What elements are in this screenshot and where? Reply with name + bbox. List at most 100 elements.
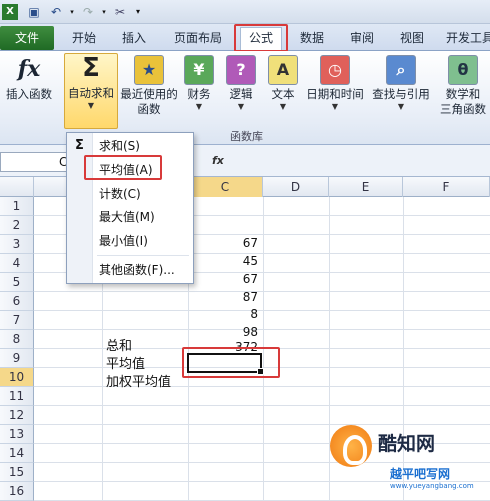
math-label-1: 数学和 xyxy=(445,87,481,101)
theta-book-icon: θ xyxy=(448,55,478,85)
menu-item-more-functions[interactable]: 其他函数(F)... xyxy=(67,259,193,281)
recent-label-1: 最近使用的 xyxy=(120,87,178,101)
insert-function-button[interactable]: fx 插入函数 xyxy=(2,55,56,125)
cell-b10-label[interactable]: 平均值 xyxy=(106,355,145,374)
excel-logo-icon: X xyxy=(2,4,18,20)
text-dropdown-icon[interactable]: ▼ xyxy=(266,102,300,112)
redo-dropdown-icon[interactable]: ▾ xyxy=(96,4,112,20)
tab-review[interactable]: 审阅 xyxy=(344,28,380,48)
row-header[interactable]: 13 xyxy=(0,425,34,444)
cell-b9-label[interactable]: 总和 xyxy=(106,337,132,356)
autosum-dropdown-menu: Σ 求和(S) 平均值(A) 计数(C) 最大值(M) 最小值(I) 其他函数(… xyxy=(66,132,194,284)
row-header[interactable]: 5 xyxy=(0,273,34,292)
tab-view[interactable]: 视图 xyxy=(394,28,430,48)
recent-functions-button[interactable]: ★ 最近使用的 函数 xyxy=(120,55,178,125)
undo-icon[interactable]: ↶ xyxy=(48,4,64,20)
row-header[interactable]: 7 xyxy=(0,311,34,330)
logical-button[interactable]: ? 逻辑 ▼ xyxy=(224,55,258,125)
column-header-e[interactable]: E xyxy=(329,177,403,197)
text-button[interactable]: A 文本 ▼ xyxy=(266,55,300,125)
row-header[interactable]: 4 xyxy=(0,254,34,273)
row-header[interactable]: 9 xyxy=(0,349,34,368)
row-header[interactable]: 10 xyxy=(0,368,34,387)
menu-divider xyxy=(97,255,189,256)
grid-line xyxy=(34,329,490,330)
cell-c4[interactable]: 45 xyxy=(198,252,258,271)
tab-insert[interactable]: 插入 xyxy=(116,28,152,48)
row-header[interactable]: 1 xyxy=(0,197,34,216)
watermark-logo-icon xyxy=(330,425,372,467)
ribbon-tabs: 文件 开始 插入 页面布局 公式 数据 审阅 视图 开发工具 xyxy=(0,24,490,51)
date-time-button[interactable]: ◷ 日期和时间 ▼ xyxy=(302,55,368,125)
insert-function-label: 插入函数 xyxy=(6,87,52,101)
column-header-f[interactable]: F xyxy=(403,177,490,197)
math-label-2: 三角函数 xyxy=(440,102,486,116)
lookup-label: 查找与引用 xyxy=(372,87,430,101)
formula-fx-icon[interactable]: fx xyxy=(212,154,224,167)
text-book-icon: A xyxy=(268,55,298,85)
save-icon[interactable]: ▣ xyxy=(26,4,42,20)
tab-data[interactable]: 数据 xyxy=(294,28,330,48)
calendar-book-icon: ◷ xyxy=(320,55,350,85)
watermark-subtitle: 越平吧写网 xyxy=(390,467,451,481)
financial-book-icon: ¥ xyxy=(184,55,214,85)
sigma-icon: Σ xyxy=(82,53,100,83)
menu-item-average[interactable]: 平均值(A) xyxy=(67,159,193,181)
lookup-dropdown-icon[interactable]: ▼ xyxy=(370,102,432,112)
menu-item-count[interactable]: 计数(C) xyxy=(67,183,193,205)
autosum-button[interactable]: Σ 自动求和 ▼ xyxy=(64,53,118,129)
tab-file[interactable]: 文件 xyxy=(0,26,54,50)
redo-icon[interactable]: ↷ xyxy=(80,4,96,20)
tab-developer[interactable]: 开发工具 xyxy=(446,28,490,48)
undo-dropdown-icon[interactable]: ▾ xyxy=(64,4,80,20)
recent-label-2: 函数 xyxy=(137,102,161,116)
logical-book-icon: ? xyxy=(226,55,256,85)
fx-icon: fx xyxy=(17,56,41,82)
column-header-c[interactable]: C xyxy=(188,177,263,197)
date-time-dropdown-icon[interactable]: ▼ xyxy=(302,102,368,112)
qat-more-icon[interactable]: ▾ xyxy=(130,4,146,20)
grid-line xyxy=(34,386,490,387)
menu-item-max[interactable]: 最大值(M) xyxy=(67,206,193,228)
row-header[interactable]: 14 xyxy=(0,444,34,463)
cell-c5[interactable]: 67 xyxy=(198,270,258,289)
financial-button[interactable]: ¥ 财务 ▼ xyxy=(182,55,216,125)
row-header[interactable]: 12 xyxy=(0,406,34,425)
autosum-dropdown-icon[interactable]: ▼ xyxy=(65,101,117,111)
financial-dropdown-icon[interactable]: ▼ xyxy=(182,102,216,112)
row-header[interactable]: 16 xyxy=(0,482,34,501)
logical-dropdown-icon[interactable]: ▼ xyxy=(224,102,258,112)
financial-label: 财务 xyxy=(187,87,211,101)
watermark-title: 酷知网 xyxy=(378,433,436,455)
row-header[interactable]: 6 xyxy=(0,292,34,311)
quick-access-toolbar: X ▣ ↶ ▾ ↷ ▾ ✂ ▾ xyxy=(0,0,490,24)
row-header[interactable]: 11 xyxy=(0,387,34,406)
text-label: 文本 xyxy=(271,87,295,101)
row-header[interactable]: 2 xyxy=(0,216,34,235)
row-header[interactable]: 8 xyxy=(0,330,34,349)
tab-formulas[interactable]: 公式 xyxy=(240,27,282,51)
grid-line xyxy=(34,310,490,311)
column-header-d[interactable]: D xyxy=(263,177,329,197)
select-all-corner[interactable] xyxy=(0,177,34,197)
customize-tool-icon[interactable]: ✂ xyxy=(112,4,128,20)
magnifier-book-icon: ⌕ xyxy=(386,55,416,85)
cell-c7[interactable]: 8 xyxy=(198,305,258,324)
function-library-group-label: 函数库 xyxy=(230,130,263,143)
cell-c3[interactable]: 67 xyxy=(198,234,258,253)
star-book-icon: ★ xyxy=(134,55,164,85)
cell-b11-label[interactable]: 加权平均值 xyxy=(106,373,171,392)
tab-page-layout[interactable]: 页面布局 xyxy=(168,28,228,48)
grid-line xyxy=(34,348,490,349)
lookup-reference-button[interactable]: ⌕ 查找与引用 ▼ xyxy=(370,55,432,125)
menu-item-sum[interactable]: 求和(S) xyxy=(67,135,193,157)
autosum-label: 自动求和 xyxy=(68,86,114,100)
tab-home[interactable]: 开始 xyxy=(66,28,102,48)
selected-cell-c10[interactable] xyxy=(187,353,264,375)
row-header[interactable]: 3 xyxy=(0,235,34,254)
row-header[interactable]: 15 xyxy=(0,463,34,482)
menu-item-min[interactable]: 最小值(I) xyxy=(67,230,193,252)
watermark-url: www.yueyangbang.com xyxy=(390,482,474,490)
grid-line xyxy=(34,405,490,406)
math-trig-button[interactable]: θ 数学和 三角函数 xyxy=(436,55,490,125)
